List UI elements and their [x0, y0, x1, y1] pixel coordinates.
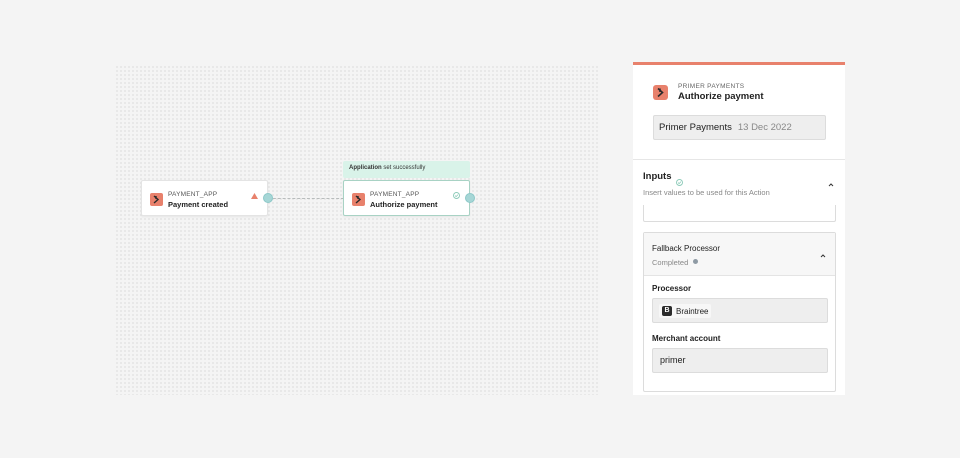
toast-bold: Application	[349, 165, 382, 171]
merchant-account-input[interactable]: primer	[652, 348, 828, 373]
fallback-processor-header[interactable]: Fallback Processor Completed	[644, 233, 835, 276]
processor-chip: B Braintree	[659, 304, 712, 318]
processor-label: Processor	[652, 284, 692, 293]
node-app-label: PAYMENT_APP	[370, 191, 420, 198]
connection-select[interactable]: Primer Payments 13 Dec 2022	[653, 115, 826, 140]
chevron-up-icon[interactable]	[820, 245, 826, 263]
panel-app-label: PRIMER PAYMENTS	[678, 83, 745, 90]
merchant-account-label: Merchant account	[652, 334, 721, 343]
connection-name: Primer Payments	[659, 122, 732, 133]
inputs-description: Insert values to be used for this Action	[643, 188, 770, 197]
braintree-logo-icon: B	[662, 306, 672, 316]
node-connector	[268, 198, 344, 199]
processor-value: Braintree	[676, 306, 709, 316]
status-text: Completed	[652, 258, 689, 267]
section-divider	[633, 159, 845, 160]
status-badge: Completed	[652, 258, 699, 267]
node-authorize-payment[interactable]: PAYMENT_APP Authorize payment	[343, 180, 470, 216]
workflow-canvas[interactable]	[115, 65, 600, 395]
processor-select[interactable]: B Braintree	[652, 298, 828, 323]
node-app-label: PAYMENT_APP	[168, 191, 218, 198]
fallback-processor-title: Fallback Processor	[652, 244, 721, 253]
inputs-section-title: Inputs	[643, 171, 672, 182]
inputs-scroll-area[interactable]: Fallback Processor Completed Processor B…	[633, 205, 845, 398]
success-toast: Application set successfully	[343, 161, 470, 178]
node-output-port[interactable]	[263, 193, 273, 203]
node-payment-created[interactable]: PAYMENT_APP Payment created	[141, 180, 268, 216]
primer-logo-icon	[653, 85, 668, 100]
warning-triangle-icon	[251, 186, 258, 204]
input-field[interactable]	[643, 205, 836, 222]
merchant-account-value: primer	[660, 355, 686, 365]
node-title: Authorize payment	[370, 200, 438, 209]
node-output-port[interactable]	[465, 193, 475, 203]
connection-date: 13 Dec 2022	[737, 122, 792, 133]
check-circle-icon	[453, 186, 460, 204]
node-title: Payment created	[168, 200, 229, 209]
action-config-panel: PRIMER PAYMENTS Authorize payment Primer…	[633, 62, 845, 395]
toast-text: set successfully	[381, 165, 426, 171]
status-dot-icon	[693, 259, 699, 264]
primer-logo-icon	[352, 193, 365, 206]
fallback-processor-card: Fallback Processor Completed Processor B…	[643, 232, 836, 392]
chevron-up-icon[interactable]	[828, 174, 834, 192]
panel-title: Authorize payment	[678, 91, 764, 102]
primer-logo-icon	[150, 193, 163, 206]
